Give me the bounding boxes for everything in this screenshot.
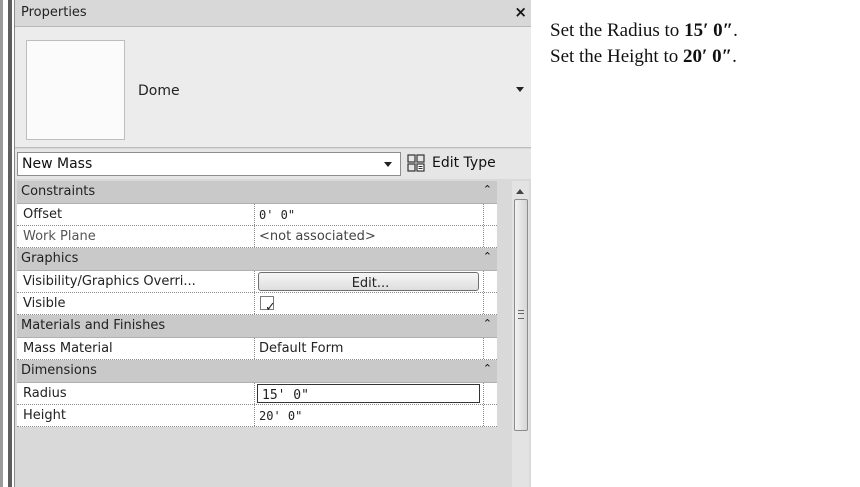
property-name: Radius (23, 386, 67, 401)
property-value[interactable]: 0' 0" (259, 208, 295, 222)
property-name: Height (23, 408, 66, 423)
window-frame-left (0, 0, 3, 487)
property-name: Work Plane (23, 229, 96, 244)
collapse-icon[interactable]: ⌃ (483, 362, 492, 375)
property-value[interactable]: Default Form (259, 341, 343, 356)
edit-type-button[interactable]: Edit Type (405, 152, 531, 176)
selector-row: New Mass Edit Type (15, 149, 531, 179)
chevron-down-icon[interactable] (516, 87, 524, 92)
instance-filter-value: New Mass (22, 156, 93, 172)
collapse-icon[interactable]: ⌃ (483, 183, 492, 196)
property-name: Visibility/Graphics Overri... (23, 274, 196, 289)
close-icon[interactable]: × (514, 3, 527, 21)
chevron-down-icon (384, 162, 392, 167)
property-name: Visible (23, 296, 66, 311)
section-dimensions[interactable]: Dimensions ⌃ (17, 360, 497, 383)
instruction-text: Set the Radius to 15′ 0″. Set the Height… (550, 18, 850, 70)
collapse-icon[interactable]: ⌃ (483, 250, 492, 263)
section-materials[interactable]: Materials and Finishes ⌃ (17, 315, 497, 338)
height-value[interactable]: 20' 0" (259, 409, 302, 423)
property-row-visibility-graphics[interactable]: Visibility/Graphics Overri... Edit... (17, 271, 497, 293)
edit-visibility-button[interactable]: Edit... (258, 272, 479, 291)
property-row-radius[interactable]: Radius 15' 0" (17, 383, 497, 405)
type-selector[interactable]: Dome (15, 27, 531, 148)
vertical-scrollbar[interactable] (512, 181, 529, 487)
properties-grid: Constraints ⌃ Offset 0' 0" Work Plane <n… (17, 181, 497, 427)
property-name: Offset (23, 207, 63, 222)
property-row-visible[interactable]: Visible ✓ (17, 293, 497, 315)
edit-type-icon (407, 154, 425, 172)
edit-button-label: Edit... (351, 276, 390, 291)
radius-target-value: 15′ 0″ (684, 20, 734, 41)
property-row-height[interactable]: Height 20' 0" (17, 405, 497, 427)
section-label: Graphics (21, 251, 79, 266)
section-graphics[interactable]: Graphics ⌃ (17, 248, 497, 271)
grip-icon (518, 310, 524, 319)
visible-checkbox[interactable]: ✓ (260, 296, 276, 315)
property-row-offset[interactable]: Offset 0' 0" (17, 204, 497, 226)
property-row-work-plane[interactable]: Work Plane <not associated> (17, 226, 497, 248)
panel-title: Properties (21, 5, 87, 20)
radius-value: 15' 0" (262, 388, 309, 403)
checkmark-icon: ✓ (265, 300, 276, 315)
property-row-mass-material[interactable]: Mass Material Default Form (17, 338, 497, 360)
section-label: Dimensions (21, 363, 97, 378)
collapse-icon[interactable]: ⌃ (483, 317, 492, 330)
radius-input[interactable]: 15' 0" (257, 384, 480, 403)
panel-title-bar: Properties × (15, 0, 531, 27)
type-thumbnail (26, 40, 125, 140)
instruction-line-height: Set the Height to 20′ 0″. (550, 46, 737, 67)
height-target-value: 20′ 0″ (682, 46, 733, 67)
section-constraints[interactable]: Constraints ⌃ (17, 181, 497, 204)
window-frame-inner (8, 0, 12, 487)
instruction-line-radius: Set the Radius to 15′ 0″. (550, 20, 738, 41)
section-label: Constraints (21, 184, 96, 199)
instance-filter-dropdown[interactable]: New Mass (17, 152, 401, 176)
edit-type-label: Edit Type (432, 155, 496, 171)
type-name: Dome (138, 83, 180, 99)
property-value: <not associated> (259, 229, 376, 244)
property-name: Mass Material (23, 341, 113, 356)
scroll-thumb[interactable] (514, 199, 528, 431)
properties-panel: Properties × Dome New Mass Edit Type Con… (14, 0, 531, 487)
section-label: Materials and Finishes (21, 318, 166, 333)
scroll-up-icon[interactable] (516, 189, 524, 194)
